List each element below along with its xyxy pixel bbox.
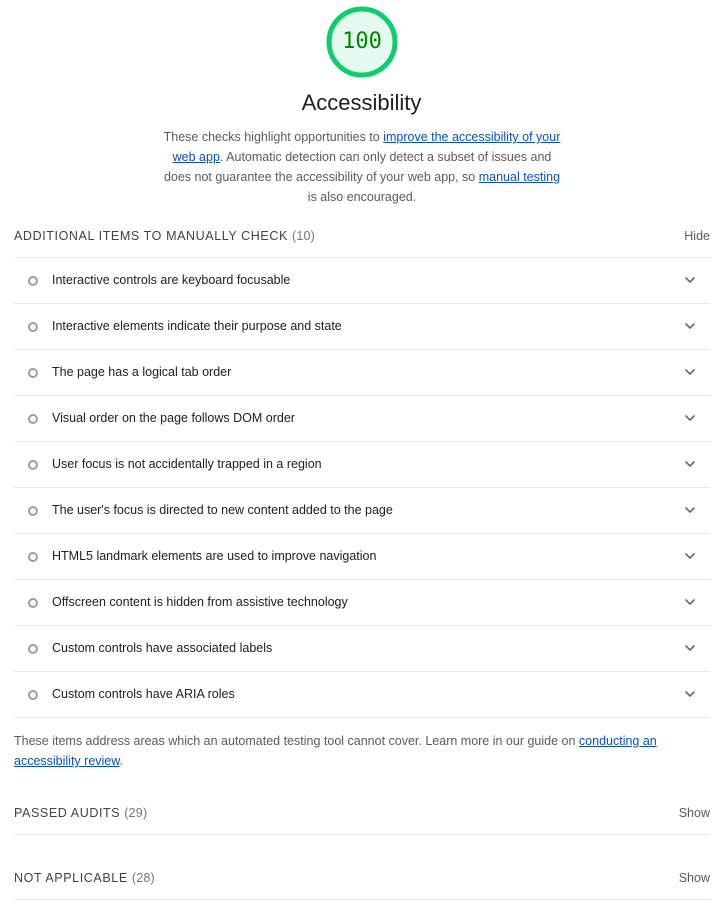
audit-row[interactable]: Interactive elements indicate their purp… xyxy=(14,304,710,350)
na-group-header[interactable]: Not applicable (28) Show xyxy=(14,868,710,888)
chevron-down-icon[interactable] xyxy=(684,643,696,653)
passed-group-header[interactable]: Passed audits (29) Show xyxy=(14,803,710,823)
chevron-down-icon[interactable] xyxy=(684,551,696,561)
audit-row[interactable]: Visual order on the page follows DOM ord… xyxy=(14,396,710,442)
informative-circle-icon xyxy=(28,414,38,424)
passed-group-show-toggle[interactable]: Show xyxy=(679,803,710,823)
audit-title: Custom controls have ARIA roles xyxy=(52,687,235,701)
informative-circle-icon xyxy=(28,322,38,332)
manual-testing-link[interactable]: manual testing xyxy=(479,170,560,184)
divider xyxy=(14,899,710,900)
passed-group-count: (29) xyxy=(124,806,148,820)
na-group-title-text: Not applicable xyxy=(14,871,128,885)
audit-title: The page has a logical tab order xyxy=(52,365,232,379)
audit-row[interactable]: Interactive controls are keyboard focusa… xyxy=(14,258,710,304)
audit-title: The user's focus is directed to new cont… xyxy=(52,503,393,517)
informative-circle-icon xyxy=(28,368,38,378)
description-text-post: is also encouraged. xyxy=(307,190,417,204)
audit-row[interactable]: User focus is not accidentally trapped i… xyxy=(14,442,710,488)
audit-title: Custom controls have associated labels xyxy=(52,641,273,655)
audit-title: User focus is not accidentally trapped i… xyxy=(52,457,322,471)
na-group-title: Not applicable (28) xyxy=(14,868,155,888)
manual-group-title-text: Additional items to manually check xyxy=(14,229,288,243)
audit-row[interactable]: The user's focus is directed to new cont… xyxy=(14,488,710,534)
manual-group-description: These items address areas which an autom… xyxy=(14,731,710,771)
divider xyxy=(14,834,710,835)
informative-circle-icon xyxy=(28,644,38,654)
score-gauge: 100 xyxy=(325,5,399,79)
informative-circle-icon xyxy=(28,276,38,286)
chevron-down-icon[interactable] xyxy=(684,275,696,285)
chevron-down-icon[interactable] xyxy=(684,597,696,607)
audit-row[interactable]: Custom controls have ARIA roles xyxy=(14,672,710,718)
chevron-down-icon[interactable] xyxy=(684,321,696,331)
na-group-show-toggle[interactable]: Show xyxy=(679,868,710,888)
audit-title: Interactive elements indicate their purp… xyxy=(52,319,342,333)
informative-circle-icon xyxy=(28,552,38,562)
audit-title: Interactive controls are keyboard focusa… xyxy=(52,273,291,287)
category-description: These checks highlight opportunities to … xyxy=(160,127,564,207)
manual-audit-list: Interactive controls are keyboard focusa… xyxy=(14,257,710,718)
na-group-count: (28) xyxy=(131,871,155,885)
chevron-down-icon[interactable] xyxy=(684,413,696,423)
manual-desc-text-pre: These items address areas which an autom… xyxy=(14,734,579,748)
manual-group-header: Additional items to manually check (10) … xyxy=(14,226,710,246)
manual-group-title: Additional items to manually check (10) xyxy=(14,226,315,246)
informative-circle-icon xyxy=(28,598,38,608)
score-value: 100 xyxy=(342,29,382,54)
manual-group-count: (10) xyxy=(292,229,316,243)
manual-group-hide-toggle[interactable]: Hide xyxy=(684,226,710,246)
audit-title: HTML5 landmark elements are used to impr… xyxy=(52,549,377,563)
audit-row[interactable]: Custom controls have associated labels xyxy=(14,626,710,672)
informative-circle-icon xyxy=(28,460,38,470)
manual-desc-text-post: . xyxy=(119,754,124,768)
chevron-down-icon[interactable] xyxy=(684,689,696,699)
audit-row[interactable]: The page has a logical tab order xyxy=(14,350,710,396)
category-title: Accessibility xyxy=(301,90,422,115)
audit-title: Offscreen content is hidden from assisti… xyxy=(52,595,348,609)
informative-circle-icon xyxy=(28,506,38,516)
audit-title: Visual order on the page follows DOM ord… xyxy=(52,411,295,425)
chevron-down-icon[interactable] xyxy=(684,505,696,515)
audit-row[interactable]: Offscreen content is hidden from assisti… xyxy=(14,580,710,626)
informative-circle-icon xyxy=(28,690,38,700)
chevron-down-icon[interactable] xyxy=(684,459,696,469)
description-text-pre: These checks highlight opportunities to xyxy=(163,130,384,144)
chevron-down-icon[interactable] xyxy=(684,367,696,377)
audit-row[interactable]: HTML5 landmark elements are used to impr… xyxy=(14,534,710,580)
passed-group-title: Passed audits (29) xyxy=(14,803,147,823)
passed-group-title-text: Passed audits xyxy=(14,806,121,820)
